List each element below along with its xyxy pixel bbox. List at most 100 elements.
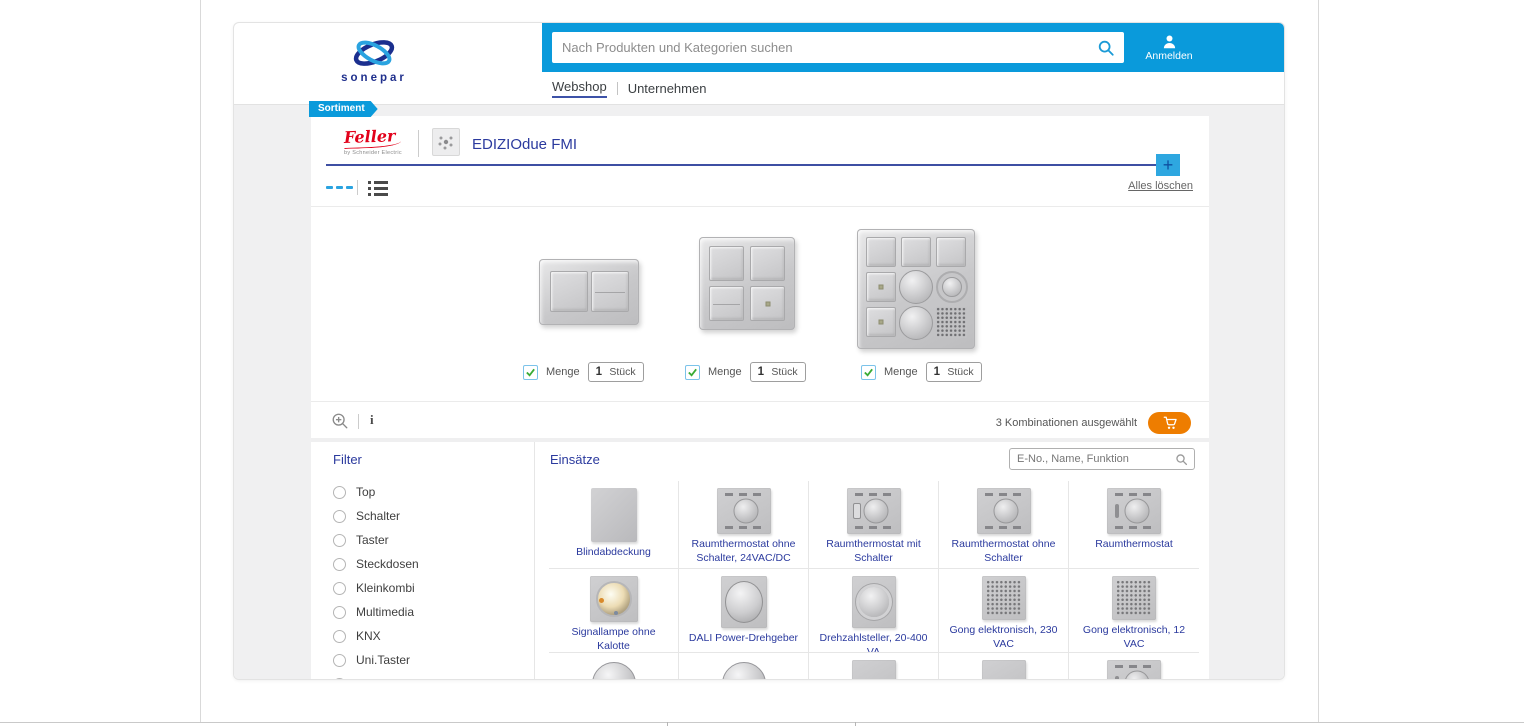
dashes-icon[interactable] bbox=[326, 186, 353, 189]
quantity-input-1[interactable]: 1 Stück bbox=[588, 362, 644, 382]
product-card-partial[interactable] bbox=[1069, 653, 1199, 680]
product-image bbox=[852, 576, 896, 628]
combination-image-3[interactable] bbox=[857, 229, 975, 349]
check-icon bbox=[687, 367, 698, 378]
speaker-insert bbox=[936, 307, 967, 338]
product-card[interactable]: Raumthermostat mit Schalter bbox=[809, 481, 939, 569]
radio-button[interactable] bbox=[333, 678, 346, 681]
radio-button[interactable] bbox=[333, 582, 346, 595]
product-card-partial[interactable] bbox=[809, 653, 939, 680]
series-underline bbox=[326, 164, 1156, 166]
product-card-partial[interactable] bbox=[549, 653, 679, 680]
quantity-input-2[interactable]: 1 Stück bbox=[750, 362, 806, 382]
sonepar-logo[interactable]: sonepar bbox=[324, 35, 424, 84]
filter-option-uni-taster[interactable]: Uni.Taster bbox=[333, 648, 419, 672]
filter-list: Top Schalter Taster Steckdosen Kleinkomb… bbox=[333, 480, 419, 680]
nav-webshop[interactable]: Webshop bbox=[552, 79, 607, 98]
product-name: Raumthermostat mit Schalter bbox=[809, 538, 938, 565]
series-title: EDIZIOdue FMI bbox=[472, 136, 577, 153]
section-divider bbox=[311, 438, 1209, 442]
inserts-search-input[interactable] bbox=[1010, 453, 1175, 465]
filter-option-taster[interactable]: Taster bbox=[333, 528, 419, 552]
filter-option-top[interactable]: Top bbox=[333, 480, 419, 504]
product-image bbox=[852, 660, 896, 680]
product-image bbox=[590, 576, 638, 622]
info-icon[interactable]: i bbox=[370, 412, 374, 428]
filter-option-steckdosen[interactable]: Steckdosen bbox=[333, 552, 419, 576]
product-card[interactable]: Raumthermostat bbox=[1069, 481, 1199, 569]
filter-option-knx[interactable]: KNX bbox=[333, 624, 419, 648]
quantity-unit: Stück bbox=[771, 366, 797, 378]
series-icon bbox=[432, 128, 460, 156]
list-view-icon[interactable] bbox=[368, 181, 388, 199]
divider bbox=[311, 401, 1209, 402]
quantity-label: Menge bbox=[708, 366, 742, 378]
product-image bbox=[982, 576, 1026, 620]
divider bbox=[311, 206, 1209, 207]
product-card[interactable]: Signallampe ohne Kalotte bbox=[549, 569, 679, 653]
product-image bbox=[717, 488, 771, 534]
main-nav: Webshop Unternehmen bbox=[542, 72, 1285, 104]
search-icon[interactable] bbox=[1097, 39, 1115, 57]
check-icon bbox=[863, 367, 874, 378]
login-button[interactable]: Anmelden bbox=[1137, 29, 1201, 67]
combination-1-checkbox[interactable] bbox=[523, 365, 538, 380]
quantity-unit: Stück bbox=[609, 366, 635, 378]
sonepar-logo-icon bbox=[345, 35, 403, 71]
toolbar-divider bbox=[358, 414, 359, 429]
filter-option-multimedia[interactable]: Multimedia bbox=[333, 600, 419, 624]
radio-button[interactable] bbox=[333, 486, 346, 499]
product-card[interactable]: Gong elektronisch, 12 VAC bbox=[1069, 569, 1199, 653]
combination-image-1[interactable] bbox=[539, 259, 639, 325]
quantity-label: Menge bbox=[546, 366, 580, 378]
radio-button[interactable] bbox=[333, 606, 346, 619]
header-bar: Anmelden bbox=[542, 23, 1285, 72]
filter-title: Filter bbox=[333, 452, 362, 467]
webshop-window: sonepar Anmelden Webshop Unternehm bbox=[233, 22, 1285, 680]
search-input[interactable] bbox=[552, 40, 1097, 55]
selection-status: 3 Kombinationen ausgewählt bbox=[996, 417, 1137, 429]
product-card[interactable]: Drehzahlsteller, 20-400 VA bbox=[809, 569, 939, 653]
quantity-value[interactable]: 1 bbox=[934, 366, 940, 378]
product-name: Signallampe ohne Kalotte bbox=[549, 626, 678, 653]
nav-unternehmen[interactable]: Unternehmen bbox=[628, 81, 707, 96]
product-name: Raumthermostat ohne Schalter, 24VAC/DC bbox=[679, 538, 808, 565]
cart-icon bbox=[1162, 416, 1178, 430]
product-card[interactable]: Raumthermostat ohne Schalter bbox=[939, 481, 1069, 569]
radio-button[interactable] bbox=[333, 534, 346, 547]
quantity-value[interactable]: 1 bbox=[596, 366, 602, 378]
feller-logo: Feller by Schneider Electric bbox=[344, 129, 402, 156]
product-card[interactable]: Raumthermostat ohne Schalter, 24VAC/DC bbox=[679, 481, 809, 569]
zoom-in-icon[interactable] bbox=[331, 412, 349, 430]
combination-image-2[interactable] bbox=[699, 237, 795, 330]
product-image bbox=[847, 488, 901, 534]
combination-3-quantity-row: Menge 1 Stück bbox=[861, 362, 982, 382]
frame-tick bbox=[855, 722, 856, 726]
product-card-partial[interactable] bbox=[679, 653, 809, 680]
radio-button[interactable] bbox=[333, 558, 346, 571]
configurator-panel: Feller by Schneider Electric EDIZIOdue F… bbox=[311, 116, 1209, 680]
product-card[interactable]: DALI Power-Drehgeber bbox=[679, 569, 809, 653]
sortiment-tab[interactable]: Sortiment bbox=[309, 101, 378, 117]
filter-option-partial[interactable] bbox=[333, 672, 419, 680]
add-to-cart-button[interactable] bbox=[1148, 412, 1191, 434]
nav-separator bbox=[617, 82, 618, 95]
filter-option-kleinkombi[interactable]: Kleinkombi bbox=[333, 576, 419, 600]
product-card[interactable]: Blindabdeckung bbox=[549, 481, 679, 569]
product-image bbox=[718, 660, 770, 680]
product-card[interactable]: Gong elektronisch, 230 VAC bbox=[939, 569, 1069, 653]
radio-button[interactable] bbox=[333, 510, 346, 523]
filter-option-schalter[interactable]: Schalter bbox=[333, 504, 419, 528]
quantity-label: Menge bbox=[884, 366, 918, 378]
search-icon[interactable] bbox=[1175, 453, 1188, 466]
radio-button[interactable] bbox=[333, 630, 346, 643]
add-combination-button[interactable]: + bbox=[1156, 154, 1180, 176]
quantity-value[interactable]: 1 bbox=[758, 366, 764, 378]
quantity-input-3[interactable]: 1 Stück bbox=[926, 362, 982, 382]
combination-2-checkbox[interactable] bbox=[685, 365, 700, 380]
product-card-partial[interactable] bbox=[939, 653, 1069, 680]
radio-button[interactable] bbox=[333, 654, 346, 667]
clear-all-link[interactable]: Alles löschen bbox=[1128, 180, 1193, 192]
combination-3-checkbox[interactable] bbox=[861, 365, 876, 380]
frame-line-left bbox=[200, 0, 201, 722]
